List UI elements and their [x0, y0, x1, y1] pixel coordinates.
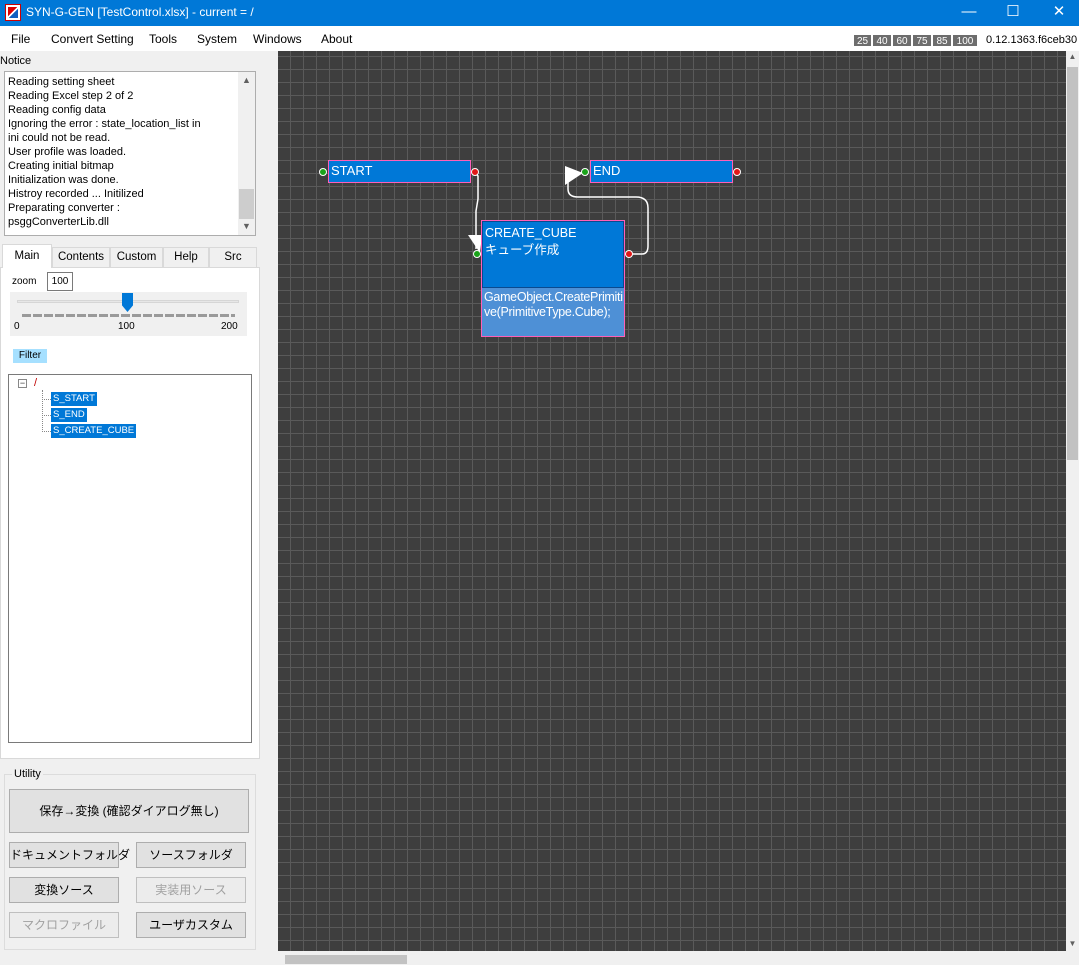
version-label: 0.12.1363.f6ceb30 — [986, 34, 1078, 46]
notice-scroll-thumb[interactable] — [239, 189, 254, 219]
menu-file[interactable]: File — [11, 32, 30, 46]
end-output-pin[interactable] — [733, 168, 741, 176]
zoom-preset-60[interactable]: 60 — [892, 34, 912, 47]
maximize-button[interactable]: ☐ — [990, 0, 1036, 26]
close-button[interactable]: ✕ — [1036, 0, 1079, 26]
menu-windows[interactable]: Windows — [253, 32, 302, 46]
notice-line: Reading Excel step 2 of 2 — [8, 90, 134, 102]
menu-bar: File Convert Setting Tools System Window… — [0, 26, 1079, 51]
macro-file-button[interactable]: マクロファイル — [9, 912, 119, 938]
zoom-preset-25[interactable]: 25 — [853, 34, 872, 47]
window-title: SYN-G-GEN [TestControl.xlsx] - current =… — [26, 5, 254, 19]
zoom-label: zoom — [12, 276, 37, 287]
scroll-down-icon[interactable]: ▼ — [238, 218, 255, 235]
menu-about[interactable]: About — [321, 32, 352, 46]
canvas-vscroll-thumb[interactable] — [1067, 67, 1078, 460]
tree-item-s-start[interactable]: S_START — [51, 392, 97, 406]
source-folder-button[interactable]: ソースフォルダ — [136, 842, 246, 868]
utility-label: Utility — [12, 768, 43, 780]
convert-source-button[interactable]: 変換ソース — [9, 877, 119, 903]
notice-line: Reading config data — [8, 104, 106, 116]
state-graph-canvas[interactable]: START END CREATE_CUBE キューブ作成 GameObject.… — [278, 51, 1066, 951]
notice-line: Reading setting sheet — [8, 76, 115, 88]
notice-line: ini could not be read. — [8, 132, 111, 144]
menu-convert-setting[interactable]: Convert Setting — [51, 32, 134, 46]
slider-min-label: 0 — [14, 321, 20, 332]
scroll-up-icon[interactable]: ▲ — [1066, 52, 1079, 64]
scroll-up-icon[interactable]: ▲ — [238, 72, 255, 89]
tree-connector — [42, 431, 51, 432]
filter-button[interactable]: Filter — [13, 349, 47, 363]
start-output-pin[interactable] — [471, 168, 479, 176]
scroll-down-icon[interactable]: ▼ — [1066, 939, 1079, 951]
tree-connector — [42, 390, 43, 432]
tab-help[interactable]: Help — [163, 247, 209, 267]
transition-links — [468, 166, 649, 255]
zoom-preset-75[interactable]: 75 — [912, 34, 932, 47]
save-convert-button[interactable]: 保存→変換 (確認ダイアログ無し) — [9, 789, 249, 833]
tree-connector — [42, 415, 51, 416]
app-icon — [5, 4, 21, 21]
tab-contents[interactable]: Contents — [52, 247, 110, 267]
create-cube-name: CREATE_CUBE — [485, 226, 577, 240]
tab-main[interactable]: Main — [2, 244, 52, 268]
canvas-hscroll-thumb[interactable] — [285, 955, 407, 964]
notice-line: User profile was loaded. — [8, 146, 127, 158]
arrow-into-end-icon — [565, 166, 583, 185]
cube-output-pin[interactable] — [625, 250, 633, 258]
zoom-preset-100[interactable]: 100 — [952, 34, 978, 47]
tab-src[interactable]: Src — [209, 247, 257, 267]
minimize-button[interactable]: — — [946, 0, 992, 26]
tree-item-s-end[interactable]: S_END — [51, 408, 87, 422]
create-cube-comment: キューブ作成 — [485, 243, 560, 257]
notice-log[interactable]: Reading setting sheet Reading Excel step… — [4, 71, 256, 236]
notice-label: Notice — [0, 55, 32, 67]
state-create-cube[interactable]: CREATE_CUBE キューブ作成 GameObject.CreatePrim… — [481, 220, 625, 337]
title-bar: SYN-G-GEN [TestControl.xlsx] - current =… — [0, 0, 1079, 26]
notice-line: Initialization was done. — [8, 174, 119, 186]
notice-line: Preparating converter : — [8, 202, 120, 214]
tree-item-s-create-cube[interactable]: S_CREATE_CUBE — [51, 424, 137, 438]
notice-line: Histroy recorded ... Initilized — [8, 188, 144, 200]
tree-root-node[interactable]: / — [34, 377, 37, 389]
zoom-preset-85[interactable]: 85 — [932, 34, 952, 47]
notice-line: psggConverterLib.dll — [8, 216, 109, 228]
notice-lines: Reading setting sheet Reading Excel step… — [8, 75, 238, 229]
tab-custom[interactable]: Custom — [110, 247, 163, 267]
state-end[interactable]: END — [590, 160, 733, 183]
document-folder-button[interactable]: ドキュメントフォルダ — [9, 842, 130, 868]
impl-source-button[interactable]: 実装用ソース — [136, 877, 246, 903]
tree-connector — [42, 399, 51, 400]
state-start[interactable]: START — [328, 160, 471, 183]
menu-tools[interactable]: Tools — [149, 32, 177, 46]
slider-mid-label: 100 — [118, 321, 135, 332]
menu-system[interactable]: System — [197, 32, 237, 46]
start-input-pin[interactable] — [319, 168, 327, 176]
end-input-pin[interactable] — [581, 168, 589, 176]
notice-scrollbar[interactable]: ▲ ▼ — [238, 72, 255, 235]
user-custom-button[interactable]: ユーザカスタム — [136, 912, 246, 938]
slider-max-label: 200 — [221, 321, 238, 332]
notice-line: Ignoring the error : state_location_list… — [8, 118, 201, 130]
create-cube-header: CREATE_CUBE キューブ作成 — [482, 221, 624, 288]
notice-line: Creating initial bitmap — [8, 160, 114, 172]
create-cube-code: GameObject.CreatePrimitive(PrimitiveType… — [484, 290, 623, 319]
zoom-slider-ticks — [22, 314, 235, 317]
zoom-input[interactable]: 100 — [47, 272, 73, 291]
zoom-preset-40[interactable]: 40 — [872, 34, 892, 47]
collapse-icon[interactable]: − — [18, 379, 27, 388]
cube-input-pin[interactable] — [473, 250, 481, 258]
